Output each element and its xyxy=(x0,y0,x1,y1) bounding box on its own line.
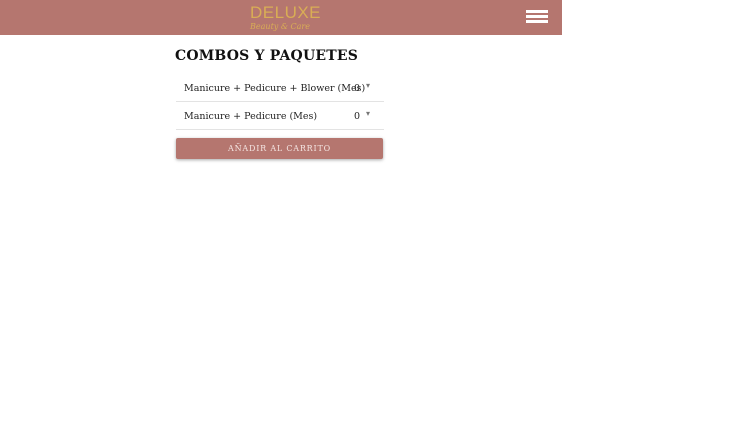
menu-bar xyxy=(526,10,548,13)
list-item: Manicure + Pedicure (Mes) 0 ▾ xyxy=(176,102,384,130)
quantity-value[interactable]: 0 xyxy=(354,111,360,122)
list-item: Manicure + Pedicure + Blower (Mes) 0 ▾ xyxy=(176,74,384,102)
menu-bar xyxy=(526,15,548,18)
item-label: Manicure + Pedicure + Blower (Mes) xyxy=(184,83,366,94)
logo-main-text: DELUXE xyxy=(250,3,322,22)
combo-list: Manicure + Pedicure + Blower (Mes) 0 ▾ M… xyxy=(176,74,384,130)
chevron-down-icon[interactable]: ▾ xyxy=(366,109,370,118)
hamburger-menu-icon[interactable] xyxy=(526,10,548,26)
brand-logo[interactable]: DELUXE Beauty & Care xyxy=(250,3,322,32)
item-label: Manicure + Pedicure (Mes) xyxy=(184,111,318,122)
site-header: DELUXE Beauty & Care xyxy=(0,0,562,35)
add-to-cart-button[interactable]: AÑADIR AL CARRITO xyxy=(176,138,383,159)
quantity-value[interactable]: 0 xyxy=(354,83,360,94)
menu-bar xyxy=(526,20,548,23)
logo-sub-text: Beauty & Care xyxy=(250,22,310,31)
chevron-down-icon[interactable]: ▾ xyxy=(366,81,370,90)
section-title: COMBOS Y PAQUETES xyxy=(175,48,359,64)
